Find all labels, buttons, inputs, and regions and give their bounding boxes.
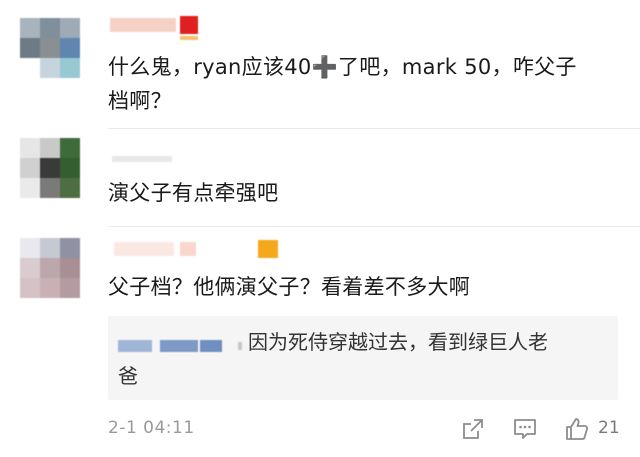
share-icon[interactable] — [460, 416, 486, 442]
avatar[interactable] — [20, 238, 80, 300]
reply-text: 因为死侍穿越过去，看到绿巨人老 — [248, 330, 548, 354]
avatar[interactable] — [20, 138, 80, 200]
comment-1: 什么鬼，ryan应该40➕了吧，mark 50，咋父子 档啊？ — [0, 0, 640, 128]
reply-text-continued: 爸 — [118, 364, 138, 388]
timestamp: 2-1 04:11 — [108, 418, 195, 438]
like-count: 21 — [598, 418, 620, 438]
comment-text: 父子档？他俩演父子？看着差不多大啊 — [108, 275, 471, 299]
reply-username[interactable] — [118, 338, 246, 354]
comment-text: 演父子有点牵强吧 — [108, 181, 279, 205]
comment-footer: 2-1 04:11 21 — [108, 414, 620, 444]
comment-text: 什么鬼，ryan应该40➕了吧，mark 50，咋父子 档啊？ — [108, 55, 577, 113]
thumbs-up-icon[interactable] — [564, 416, 590, 442]
username[interactable] — [108, 240, 288, 262]
comment-2: 演父子有点牵强吧 — [0, 128, 640, 226]
avatar[interactable] — [20, 18, 80, 80]
comment-icon[interactable] — [512, 416, 538, 442]
username[interactable] — [108, 150, 188, 172]
username[interactable] — [108, 14, 228, 40]
